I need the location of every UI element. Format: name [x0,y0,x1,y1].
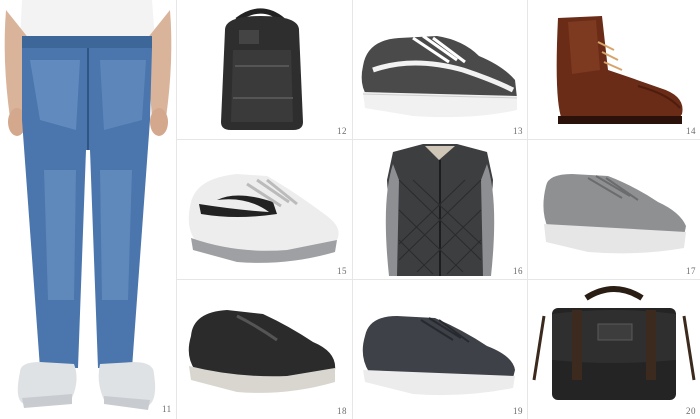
item-number: 12 [337,126,347,136]
leather-boot-icon [556,16,683,124]
item-number: 15 [337,266,347,276]
grey-sneaker-icon [543,174,686,254]
item-number: 13 [513,126,523,136]
running-shoe-icon [188,174,339,263]
skate-sneaker-icon [361,34,518,118]
product-tile-skate-sneaker[interactable]: 13 [353,0,527,139]
product-tile-grey-sneaker[interactable]: 17 [528,140,700,279]
item-number: 17 [686,266,696,276]
product-tile-suede-sneaker[interactable]: 19 [353,280,527,419]
backpack-icon [221,8,303,130]
product-tile-jeans[interactable]: 11 [0,0,176,419]
item-number: 20 [686,406,696,416]
product-tile-leather-boot[interactable]: 14 [528,0,700,139]
product-tile-quilted-vest[interactable]: 16 [353,140,527,279]
item-number: 11 [162,404,172,414]
suede-sneaker-icon [362,316,515,396]
messenger-bag-icon [532,286,696,400]
item-number: 14 [686,126,696,136]
quilted-vest-icon [385,144,495,276]
black-sneaker-icon [188,310,336,393]
product-tile-backpack[interactable]: 12 [177,0,352,139]
product-tile-black-sneaker[interactable]: 18 [177,280,352,419]
item-number: 18 [337,406,347,416]
item-number: 16 [513,266,523,276]
jeans-icon [4,0,172,410]
product-tile-running-shoe[interactable]: 15 [177,140,352,279]
product-tile-messenger-bag[interactable]: 20 [528,280,700,419]
item-number: 19 [513,406,523,416]
